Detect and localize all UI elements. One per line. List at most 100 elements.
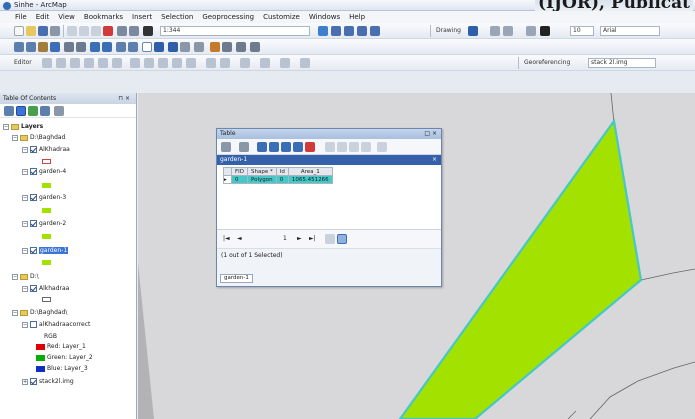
toc-layers-root[interactable]: − Layers	[3, 121, 43, 132]
list-by-selection-icon[interactable]	[40, 106, 50, 116]
table-layer-close-icon[interactable]: ×	[432, 155, 437, 165]
map-scale-field[interactable]: 1:344	[160, 26, 310, 36]
table-tool-icon[interactable]	[325, 142, 335, 152]
copy-icon[interactable]	[79, 26, 89, 36]
first-record-button[interactable]: |◄	[223, 235, 230, 242]
layer-symbol-swatch[interactable]	[42, 208, 51, 213]
snapping-icon[interactable]	[280, 58, 290, 68]
delete-icon[interactable]	[103, 26, 113, 36]
edit-tool-icon[interactable]	[42, 58, 52, 68]
last-record-button[interactable]: ►|	[309, 235, 316, 242]
green-band-swatch[interactable]	[36, 354, 45, 361]
show-all-records-icon[interactable]	[325, 234, 335, 244]
measure-icon[interactable]	[180, 42, 190, 52]
layer-visibility-checkbox[interactable]	[30, 146, 37, 153]
layer-visibility-checkbox[interactable]	[30, 194, 37, 201]
menu-view[interactable]: View	[58, 13, 75, 21]
toc-layer-alkhadraa[interactable]: − AlKhadraa	[22, 144, 70, 155]
save-icon[interactable]	[38, 26, 48, 36]
menu-help[interactable]: Help	[349, 13, 365, 21]
collapse-icon[interactable]: −	[22, 220, 28, 227]
menu-windows[interactable]: Windows	[309, 13, 340, 21]
select-elements-icon[interactable]	[468, 26, 478, 36]
list-by-drawing-order-icon[interactable]	[4, 106, 14, 116]
swipe-icon[interactable]	[250, 42, 260, 52]
list-by-source-icon[interactable]	[16, 106, 26, 116]
catalog-window-icon[interactable]	[344, 26, 354, 36]
layer-visibility-checkbox[interactable]	[30, 168, 37, 175]
text-icon[interactable]	[540, 26, 550, 36]
go-to-xy-icon[interactable]	[236, 42, 246, 52]
select-elements-arrow-icon[interactable]	[142, 42, 152, 52]
point-icon[interactable]	[112, 58, 122, 68]
topology-icon[interactable]	[260, 58, 270, 68]
rectangle-icon[interactable]	[526, 26, 536, 36]
menu-insert[interactable]: Insert	[132, 13, 152, 21]
layer-visibility-checkbox[interactable]	[30, 220, 37, 227]
column-header-id[interactable]: Id	[275, 167, 289, 176]
print-icon[interactable]	[50, 26, 60, 36]
editor-menu[interactable]: Editor	[14, 59, 32, 66]
layer-symbol-swatch[interactable]	[42, 297, 51, 302]
toc-layer-garden-4[interactable]: − garden-4	[22, 166, 66, 177]
list-by-visibility-icon[interactable]	[28, 106, 38, 116]
collapse-icon[interactable]: −	[22, 146, 28, 153]
editor-toolbar-icon[interactable]	[318, 26, 328, 36]
collapse-icon[interactable]: −	[22, 168, 28, 175]
table-tool-icon[interactable]	[337, 142, 347, 152]
switch-selection-icon[interactable]	[269, 142, 279, 152]
georeferencing-menu[interactable]: Georeferencing	[524, 59, 570, 66]
current-record-field[interactable]: 1	[283, 235, 287, 242]
rotate-icon[interactable]	[490, 26, 500, 36]
straight-segment-icon[interactable]	[70, 58, 80, 68]
menu-edit[interactable]: Edit	[36, 13, 50, 21]
layer-symbol-swatch[interactable]	[42, 234, 51, 239]
cell-id[interactable]: 0	[275, 175, 289, 184]
menu-selection[interactable]: Selection	[161, 13, 193, 21]
toc-layer-stack[interactable]: + stack2l.img	[22, 376, 74, 387]
font-size-field[interactable]: 10	[570, 26, 594, 36]
table-close-tool-icon[interactable]	[377, 142, 387, 152]
hyperlink-icon[interactable]	[194, 42, 204, 52]
layer-visibility-checkbox[interactable]	[30, 285, 37, 292]
full-extent-icon[interactable]	[50, 42, 60, 52]
cut-icon[interactable]	[67, 26, 77, 36]
forward-extent-icon[interactable]	[102, 42, 112, 52]
rotate-edit-icon[interactable]	[186, 58, 196, 68]
table-tool-icon[interactable]	[361, 142, 371, 152]
layer-visibility-checkbox[interactable]	[30, 247, 37, 254]
table-sheet-tab[interactable]: garden-1	[220, 274, 253, 283]
zoom-to-selected-icon[interactable]	[503, 26, 513, 36]
toc-layer-alkhadraa-2[interactable]: − Alkhadraa	[22, 283, 69, 294]
related-tables-icon[interactable]	[239, 142, 249, 152]
end-point-arc-icon[interactable]	[84, 58, 94, 68]
collapse-icon[interactable]: −	[12, 273, 18, 280]
toc-layer-raster[interactable]: − alKhadraacorrect	[22, 319, 90, 330]
delete-selected-icon[interactable]	[305, 142, 315, 152]
fixed-zoom-out-icon[interactable]	[76, 42, 86, 52]
attribute-grid[interactable]: FID Shape * Id Area_1 ▸ 0 Polygon 0 1065…	[217, 165, 441, 230]
georeferencing-layer-select[interactable]: stack 2l.img	[588, 58, 656, 68]
expand-icon[interactable]: +	[22, 378, 28, 385]
collapse-icon[interactable]: −	[22, 285, 28, 292]
edit-annotation-icon[interactable]	[56, 58, 66, 68]
column-header-fid[interactable]: FID	[230, 167, 249, 176]
toc-layer-garden-2[interactable]: − garden-2	[22, 218, 66, 229]
previous-record-button[interactable]: ◄	[237, 235, 242, 242]
menu-geoprocessing[interactable]: Geoprocessing	[202, 13, 254, 21]
toc-options-icon[interactable]	[54, 106, 64, 116]
toc-pin-close-icon[interactable]: ⊓ ×	[118, 93, 130, 104]
table-window-controls[interactable]: □ ×	[424, 129, 437, 139]
search-window-icon[interactable]	[357, 26, 367, 36]
open-folder-icon[interactable]	[26, 26, 36, 36]
select-features-icon[interactable]	[116, 42, 126, 52]
menu-file[interactable]: File	[15, 13, 27, 21]
collapse-icon[interactable]: −	[3, 123, 9, 130]
table-title-bar[interactable]: Table □ ×	[217, 129, 441, 139]
sketch-properties-icon[interactable]	[220, 58, 230, 68]
toc-layer-garden-3[interactable]: − garden-3	[22, 192, 66, 203]
add-data-icon[interactable]	[143, 26, 153, 36]
clear-selection-icon[interactable]	[128, 42, 138, 52]
html-popup-icon[interactable]	[210, 42, 220, 52]
layer-symbol-swatch[interactable]	[42, 159, 51, 164]
